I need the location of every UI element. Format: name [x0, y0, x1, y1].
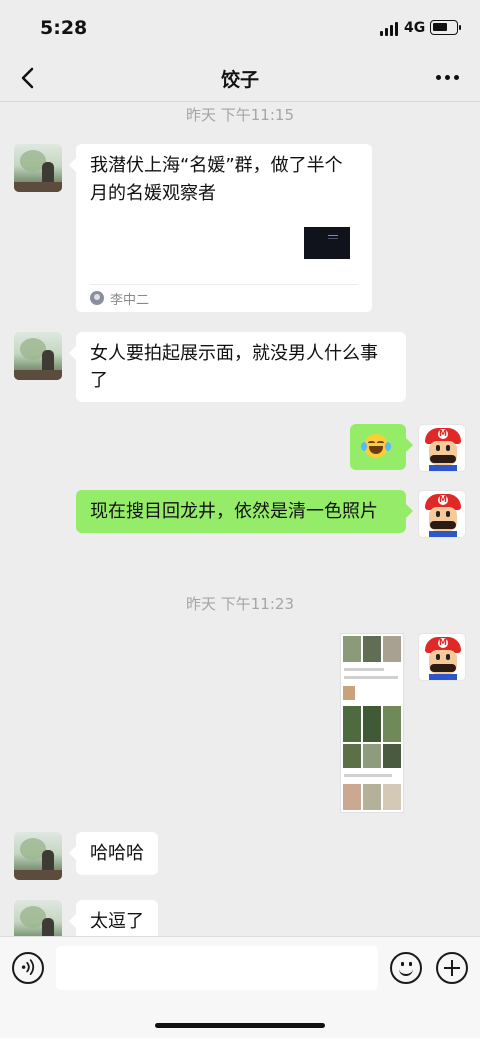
divider [90, 284, 358, 285]
link-card[interactable]: 我潜伏上海“名媛”群，做了半个月的名媛观察者 李中二 [69, 144, 372, 312]
avatar[interactable] [14, 832, 62, 880]
link-title: 我潜伏上海“名媛”群，做了半个月的名媛观察者 [90, 155, 343, 204]
link-thumbnail [304, 227, 350, 259]
avatar[interactable] [418, 633, 466, 681]
avatar[interactable] [418, 490, 466, 538]
more-icon[interactable] [436, 70, 460, 84]
status-time: 5:28 [40, 17, 88, 39]
avatar[interactable] [14, 332, 62, 380]
avatar[interactable] [418, 424, 466, 472]
avatar[interactable] [14, 144, 62, 192]
battery-icon [430, 20, 461, 35]
message-bubble[interactable] [350, 424, 413, 470]
tears-of-joy-icon [361, 434, 391, 458]
network-label: 4G [404, 20, 426, 36]
timestamp: 昨天 下午11:23 [186, 595, 294, 613]
emoji-icon[interactable] [390, 952, 422, 984]
input-bar [0, 936, 480, 1038]
voice-icon[interactable] [12, 952, 44, 984]
nav-bar: 饺子 [0, 56, 480, 102]
image-message[interactable] [340, 633, 404, 813]
message-bubble[interactable]: 现在搜目回龙井，依然是清一色照片 [76, 490, 413, 533]
message-bubble[interactable]: 哈哈哈 [69, 832, 158, 875]
chat-title: 饺子 [220, 69, 259, 91]
message-input[interactable] [56, 946, 378, 990]
status-bar: 5:28 4G [0, 0, 480, 56]
message-bubble[interactable]: 女人要拍起展示面，就没男人什么事了 [69, 332, 406, 402]
add-icon[interactable] [436, 952, 468, 984]
timestamp: 昨天 下午11:15 [186, 106, 294, 124]
signal-icon [380, 22, 400, 36]
link-source: 李中二 [110, 293, 150, 308]
home-indicator [155, 1023, 325, 1028]
source-icon [90, 291, 104, 305]
